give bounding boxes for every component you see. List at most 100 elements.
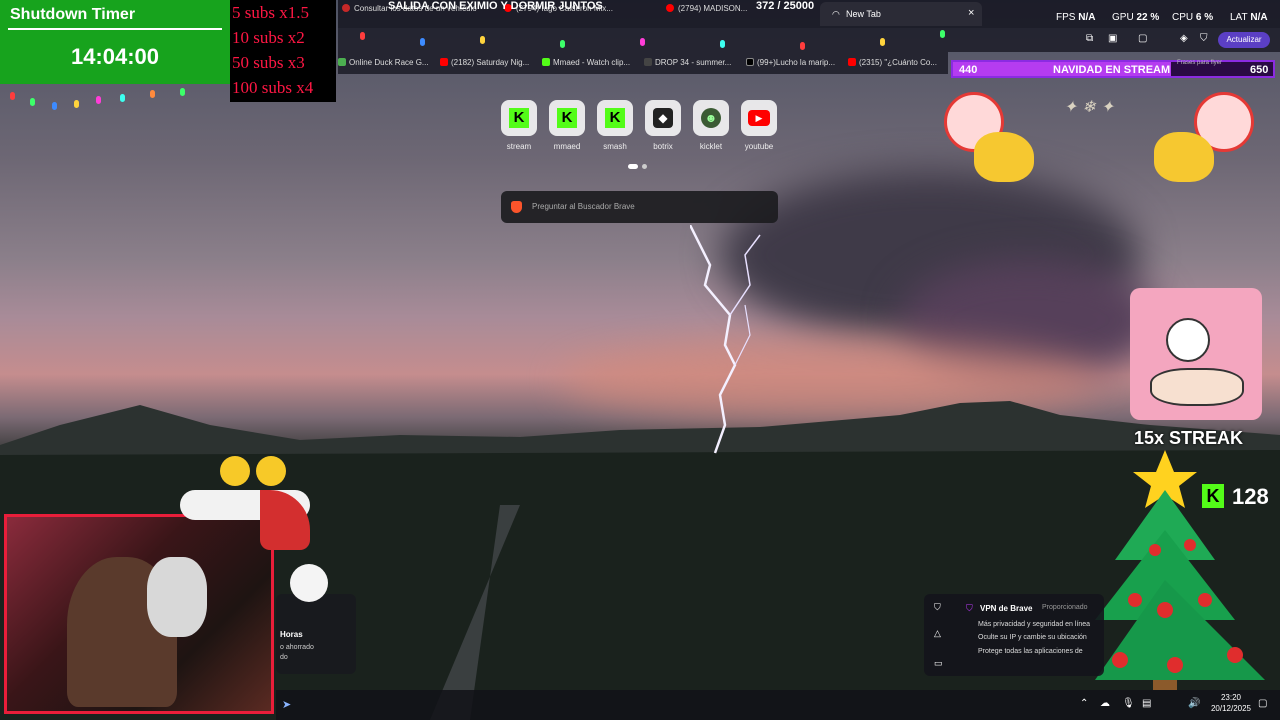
timer-title: Shutdown Timer [10, 6, 136, 23]
christmas-decoration: ✦ ❄ ✦ [944, 92, 1254, 212]
emote-mouth [1150, 368, 1244, 406]
kick-icon [542, 58, 550, 66]
youtube-icon [666, 4, 674, 12]
timer-value: 14:04:00 [70, 44, 160, 69]
bookmark-label: Online Duck Race G... [349, 58, 429, 67]
goal-end: 650 [1250, 64, 1269, 76]
shortcut-mmaed[interactable]: K [549, 100, 585, 136]
lat-label: LAT [1230, 12, 1248, 23]
bookmark-icon [338, 58, 346, 66]
goal-title: NAVIDAD EN STREAM [1053, 64, 1171, 76]
bookmark-label: DROP 34 - summer... [655, 58, 732, 67]
subs-tier: 5 subs x1.5 [232, 3, 309, 22]
close-icon[interactable]: × [968, 7, 974, 19]
fps-label: FPS [1056, 12, 1076, 23]
alert-icon: △ [934, 628, 941, 638]
drop-icon [644, 58, 652, 66]
bookmark-duck-race[interactable]: Online Duck Race G... [338, 58, 429, 67]
tab-label: New Tab [846, 9, 881, 19]
page-dot-active[interactable] [628, 164, 638, 169]
bookmark-saturday[interactable]: (2182) Saturday Nig... [440, 58, 529, 67]
shortcut-stream[interactable]: K [501, 100, 537, 136]
cpu-value: 6 % [1195, 12, 1214, 23]
mic-icon[interactable]: 🎙 [1122, 698, 1135, 709]
cloud-icon[interactable]: ☁ [1100, 698, 1110, 709]
tab-label: (2794) MADISON... [678, 4, 748, 13]
vpn-panel[interactable]: ⛉ △ ▭ ⛉ VPN de Brave Proporcionado Más p… [924, 594, 1104, 676]
bookmark-lucho[interactable]: (99+)Lucho la marip... [746, 58, 835, 67]
subs-tier: 100 subs x4 [232, 78, 314, 97]
duck-icon [256, 456, 286, 486]
vpn-icon: ⛉ [966, 603, 973, 613]
gpu-value: 22 % [1136, 12, 1160, 23]
streak-counter: 15x STREAK [1134, 428, 1244, 448]
kicklet-icon: ☻ [701, 108, 721, 128]
bookmark-drop[interactable]: DROP 34 - summer... [644, 58, 731, 67]
bookmark-label: (2315) "¿Cuánto Co... [859, 58, 937, 67]
notification-text: do [280, 654, 288, 661]
botrix-icon: ◆ [653, 108, 673, 128]
bookmark-label: (99+)Lucho la marip... [757, 58, 836, 67]
search-placeholder: Preguntar al Buscador Brave [532, 202, 635, 211]
goal-current: 372 [756, 0, 775, 12]
emote-eye [1166, 318, 1210, 362]
vpn-title: VPN de Brave [980, 604, 1033, 613]
page-dot[interactable] [642, 164, 647, 169]
fps-value: N/A [1078, 12, 1096, 23]
window-icon: ▭ [934, 658, 943, 668]
bookmark-mmaed[interactable]: Mmaed - Watch clip... [542, 58, 630, 67]
hat-pompom [290, 564, 328, 602]
reader-icon[interactable]: ▢ [1138, 33, 1147, 44]
sidebar-icon[interactable]: ▣ [1108, 33, 1117, 44]
shortcut-label: botrix [653, 142, 673, 151]
network-icon[interactable]: ▤ [1142, 698, 1151, 709]
goal-counter: 372 / 25000 [756, 0, 814, 12]
notification-text: o ahorrado [280, 644, 314, 651]
lat-stat: LAT N/A [1230, 12, 1268, 23]
shortcut-botrix[interactable]: ◆ [645, 100, 681, 136]
shortcut-label: smash [603, 142, 627, 151]
bookmark-label: Mmaed - Watch clip... [553, 58, 631, 67]
christmas-tree [1095, 450, 1265, 690]
divider [8, 28, 222, 30]
shutdown-timer: Shutdown Timer 14:04:00 [0, 0, 230, 84]
shortcut-label: kicklet [699, 142, 723, 151]
slowpoke-emote [1130, 288, 1262, 420]
vpn-feature: Más privacidad y seguridad en línea [978, 621, 1091, 628]
vpn-feature: Oculte su IP y cambie su ubicación [978, 634, 1087, 641]
extensions-icon[interactable]: ⧉ [1086, 33, 1093, 44]
lat-value: N/A [1250, 12, 1268, 23]
cpu-stat: CPU 6 % [1172, 12, 1213, 23]
vpn-icon[interactable]: ⛉ [1200, 33, 1208, 44]
subs-tier: 50 subs x3 [232, 53, 305, 72]
stream-title: SALIDA CON EXIMIO Y DORMIR JUNTOS [388, 0, 603, 12]
brave-logo-icon [511, 201, 522, 213]
shortcut-youtube[interactable]: ▶ [741, 100, 777, 136]
duck-icon [1154, 132, 1214, 182]
site-icon [342, 4, 350, 12]
shortcut-kicklet[interactable]: ☻ [693, 100, 729, 136]
gpu-stat: GPU 22 % [1112, 12, 1159, 23]
clock-date: 20/12/2025 [1210, 704, 1252, 713]
kick-icon: K [557, 108, 577, 128]
youtube-icon [440, 58, 448, 66]
system-clock[interactable]: 23:20 20/12/2025 [1200, 692, 1262, 714]
kick-icon: K [509, 108, 529, 128]
gpu-label: GPU [1112, 12, 1134, 23]
volume-icon[interactable]: 🔊 [1188, 698, 1200, 709]
subs-multiplier-list: 5 subs x1.5 10 subs x2 50 subs x3 100 su… [230, 0, 336, 102]
shortcut-smash[interactable]: K [597, 100, 633, 136]
update-button[interactable]: Actualizar [1218, 32, 1270, 48]
search-box[interactable]: Preguntar al Buscador Brave [501, 191, 778, 223]
cpu-label: CPU [1172, 12, 1194, 23]
bookmark-cuanto[interactable]: (2315) "¿Cuánto Co... [848, 58, 937, 67]
brave-shield-icon[interactable]: ◈ [1180, 33, 1188, 44]
vpn-subtitle: Proporcionado [1042, 604, 1088, 611]
lightning-bolt [690, 225, 761, 454]
chevron-up-icon[interactable]: ⌃ [1080, 698, 1088, 709]
shield-icon: ⛉ [934, 602, 941, 612]
bookmark-label: (2182) Saturday Nig... [451, 58, 530, 67]
taskbar: ➤ ⌃ ☁ 🎙 ▤ 🔊 ▢ [276, 690, 1280, 720]
app-icon[interactable]: ➤ [282, 698, 291, 711]
tab-new-tab[interactable]: ◠ New Tab × [820, 2, 982, 26]
